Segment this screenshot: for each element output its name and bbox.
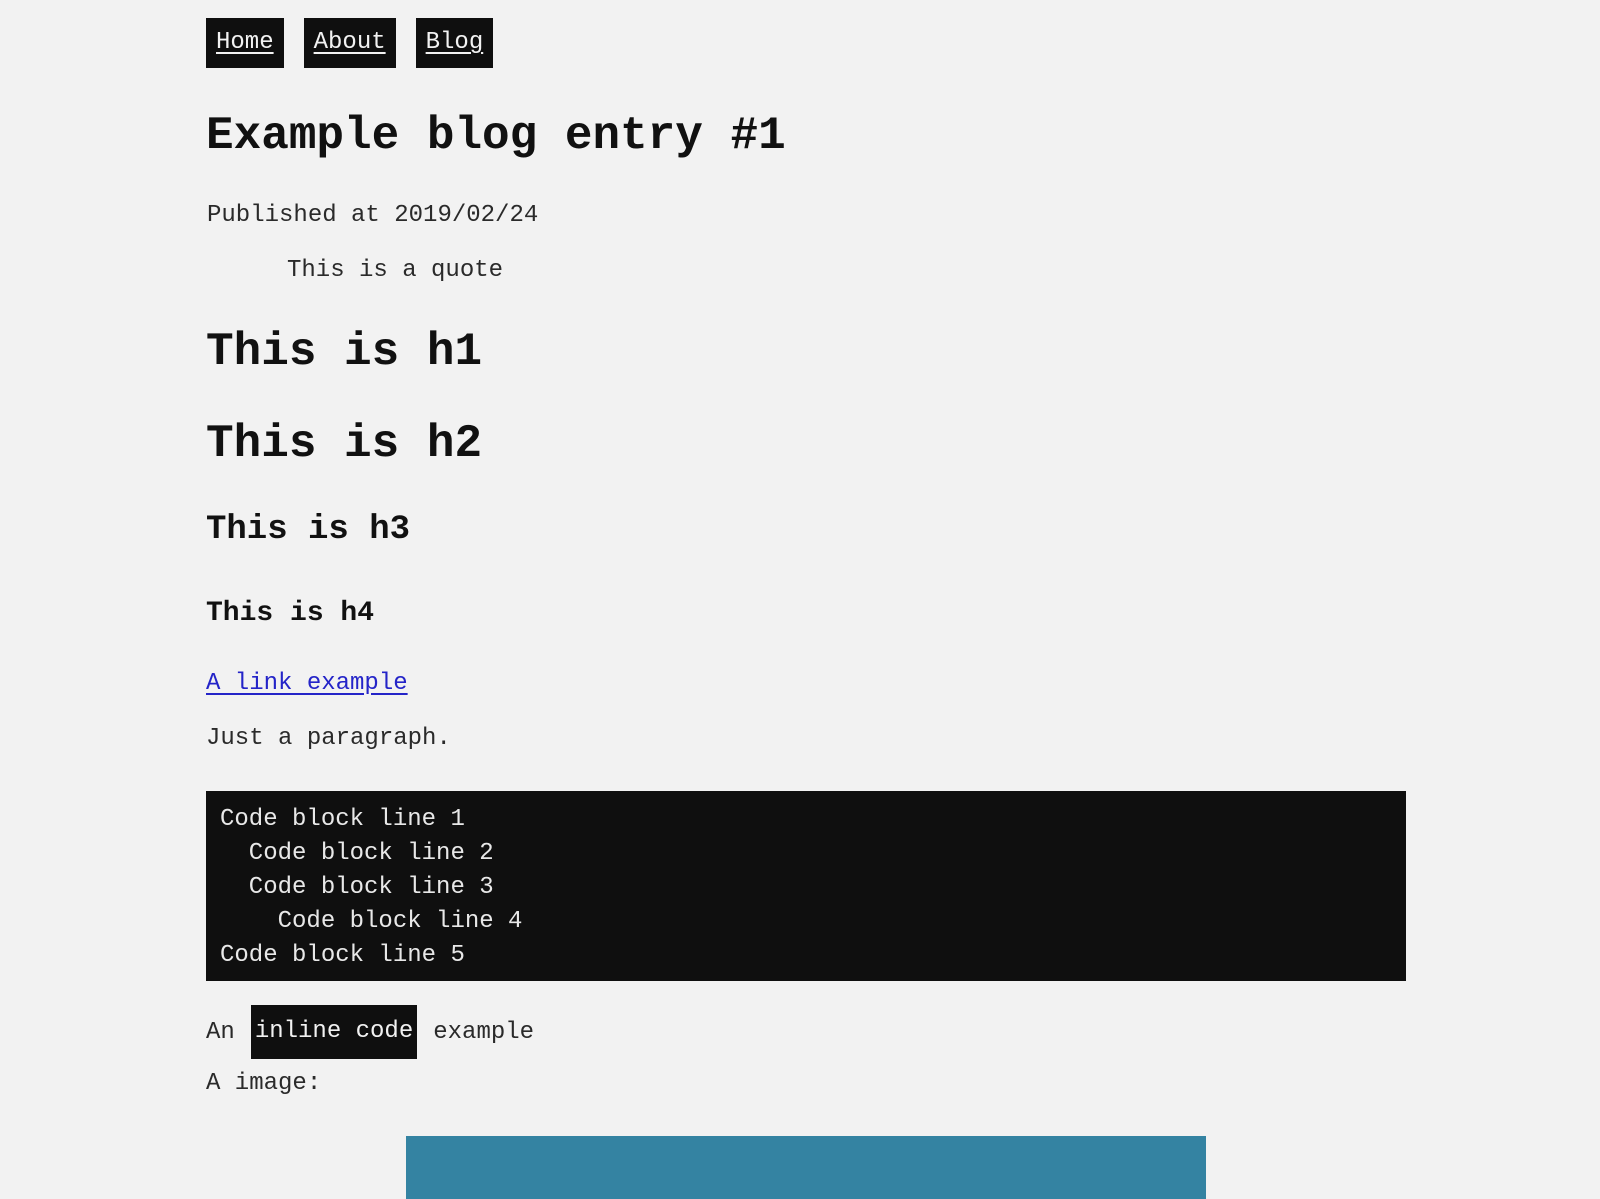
code-line: Code block line 3	[220, 874, 494, 901]
nav-blog-link[interactable]: Blog	[415, 18, 494, 68]
main-nav: Home About Blog	[206, 18, 1406, 68]
code-line: Code block line 1	[220, 806, 465, 833]
image-label: A image:	[206, 1070, 322, 1097]
nav-about-link[interactable]: About	[303, 18, 396, 68]
paragraph: Just a paragraph.	[206, 725, 451, 752]
nav-home-link[interactable]: Home	[206, 18, 284, 68]
post-title: Example blog entry #1	[206, 110, 786, 162]
heading-h2: This is h2	[206, 418, 483, 470]
inline-prefix: An	[206, 1018, 235, 1046]
inline-code: inline code	[250, 1005, 418, 1059]
code-block: Code block line 1 Code block line 2 Code…	[206, 791, 1406, 981]
code-line: Code block line 5	[220, 942, 465, 969]
page: Home About Blog Example blog entry #1 Pu…	[206, 18, 1406, 1199]
example-link[interactable]: A link example	[206, 670, 408, 697]
heading-h4: This is h4	[206, 598, 375, 629]
code-line: Code block line 2	[220, 840, 494, 867]
inline-code-paragraph: An inline code example	[206, 1005, 534, 1059]
publish-date: Published at 2019/02/24	[207, 202, 539, 229]
post-image	[406, 1136, 1206, 1199]
quote: This is a quote	[287, 257, 504, 284]
heading-h1: This is h1	[206, 326, 483, 378]
heading-h3: This is h3	[206, 511, 411, 549]
inline-suffix: example	[433, 1018, 535, 1046]
code-line: Code block line 4	[220, 908, 523, 935]
